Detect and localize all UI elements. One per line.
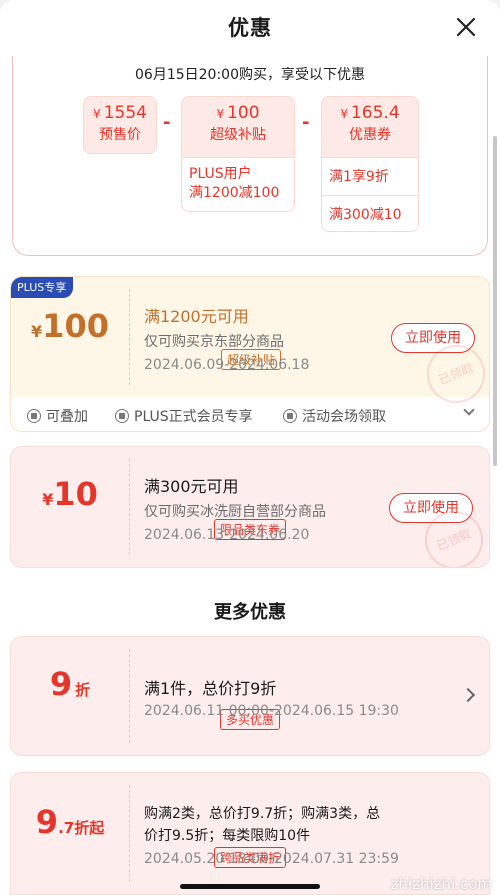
subsidy-amount: 100 [227, 103, 260, 123]
currency-symbol: ¥ [42, 490, 54, 509]
subsidy-note: PLUS用户 满1200减100 [182, 157, 294, 211]
chevron-right-icon[interactable] [460, 687, 476, 703]
sheet-header: 优惠 [0, 0, 500, 56]
home-indicator[interactable] [180, 884, 320, 889]
offer-suffix: .7折起 [58, 819, 105, 837]
coupon-amount: 165.4 [350, 103, 400, 123]
perk-venue: 活动会场领取 [283, 406, 386, 426]
offer-amount: 9 [49, 665, 73, 703]
coupon-condition: 满1200元可用 [144, 307, 249, 326]
coupon-divider [129, 289, 130, 385]
category-coupon: ¥10 限品类东券 满300元可用 仅可购买冰洗厨自营部分商品 2024.06.… [10, 446, 490, 568]
close-icon[interactable] [452, 13, 480, 41]
presale-amount: 1554 [103, 103, 147, 123]
watermark: zhizhizhi.com [390, 875, 492, 893]
coupon-divider [129, 459, 130, 555]
presale-label: 预售价 [99, 127, 141, 143]
perk-label: 可叠加 [46, 409, 88, 425]
offer-value: 9.7折起 [11, 803, 129, 841]
perk-label: PLUS正式会员专享 [134, 409, 253, 425]
coupon-period: 2024.06.09-2024.06.18 [144, 357, 310, 373]
perk-stackable: 可叠加 [27, 406, 88, 426]
offer-item[interactable]: 9折 多买优惠 满1件，总价打9折 2024.06.11 00:00-2024.… [10, 636, 490, 756]
crown-icon [115, 409, 129, 423]
purchase-time-text: 06月15日20:00购买，享受以下优惠 [135, 67, 365, 83]
subsidy-box: ¥100 超级补贴 PLUS用户 满1200减100 [181, 96, 295, 212]
offer-suffix: 折 [75, 681, 91, 699]
offer-desc: 满1件，总价打9折 [144, 679, 277, 698]
offer-period: 2024.05.20 18:00-2024.07.31 23:59 [144, 851, 399, 867]
minus-sign: - [302, 112, 310, 133]
coupon-scope: 仅可购买冰洗厨自营部分商品 [144, 504, 326, 520]
coupon-value: ¥100 [11, 307, 129, 345]
offer-desc-line2: 价打9.5折；每类限购10件 [144, 828, 311, 844]
coupon-body: PLUS专享 ¥100 超级补贴 满1200元可用 仅可购买京东部分商品 202… [11, 277, 489, 412]
scrollbar[interactable] [493, 136, 497, 466]
coupon-condition: 满300元可用 [144, 477, 239, 496]
price-breakdown-card: 06月15日20:00购买，享受以下优惠 ¥1554 预售价 - ¥100 超级… [12, 40, 488, 256]
subsidy-note-line1: PLUS用户 [189, 166, 252, 182]
coupon-amount: 10 [53, 475, 98, 513]
currency-symbol: ¥ [31, 322, 43, 341]
coupon-value: ¥10 [11, 475, 129, 513]
coupon-rule-2: 满300减10 [322, 195, 418, 231]
offer-amount: 9 [35, 803, 59, 841]
presale-price-box: ¥1554 预售价 [83, 96, 157, 154]
coupon-label: 优惠券 [349, 127, 391, 143]
coupon-divider [129, 785, 130, 882]
subsidy-note-line2: 满1200减100 [189, 185, 280, 201]
offer-desc-line1: 购满2类，总价打9.7折；购满3类，总 [144, 806, 381, 822]
stack-icon [27, 409, 41, 423]
chevron-down-icon[interactable] [463, 404, 475, 416]
minus-sign: - [163, 112, 171, 133]
currency-symbol: ¥ [216, 107, 225, 121]
offer-period: 2024.06.11 00:00-2024.06.15 19:30 [144, 703, 399, 719]
coupon-period: 2024.06.13-2024.06.20 [144, 527, 310, 543]
coupon-rule-1: 满1享9折 [322, 157, 418, 195]
perk-plus-member: PLUS正式会员专享 [115, 406, 253, 426]
more-offers-title: 更多优惠 [214, 602, 286, 623]
coupon-divider [129, 649, 130, 743]
coupon-scope: 仅可购买京东部分商品 [144, 334, 284, 350]
sheet-title: 优惠 [228, 16, 272, 40]
coupon-perks: 可叠加 PLUS正式会员专享 活动会场领取 [11, 397, 489, 431]
plus-subsidy-coupon: PLUS专享 ¥100 超级补贴 满1200元可用 仅可购买京东部分商品 202… [10, 276, 490, 432]
plus-badge: PLUS专享 [11, 277, 74, 298]
offer-value: 9折 [11, 665, 129, 703]
discount-sheet: 优惠 06月15日20:00购买，享受以下优惠 ¥1554 预售价 - ¥100… [0, 0, 500, 895]
currency-symbol: ¥ [93, 107, 101, 121]
subsidy-label: 超级补贴 [210, 127, 266, 143]
venue-icon [283, 409, 297, 423]
perk-label: 活动会场领取 [302, 409, 386, 425]
currency-symbol: ¥ [340, 107, 348, 121]
coupon-amount: 100 [42, 307, 109, 345]
coupon-box: ¥165.4 优惠券 满1享9折 满300减10 [321, 96, 419, 232]
